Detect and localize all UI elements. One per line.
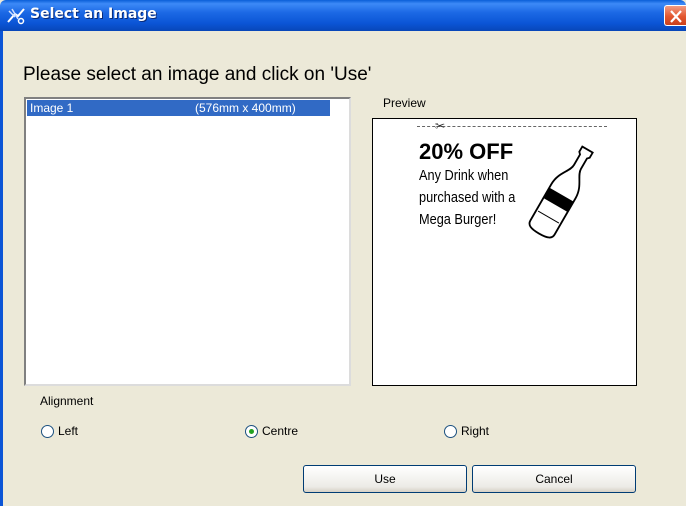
- radio-left-label: Left: [58, 424, 79, 438]
- preview-headline: 20% OFF: [419, 139, 514, 164]
- radio-right-label: Right: [461, 424, 490, 438]
- preview-line-1: Any Drink when: [419, 167, 509, 184]
- image-size: (576mm x 400mm): [195, 101, 296, 115]
- radio-right[interactable]: [444, 425, 457, 438]
- radio-centre-label: Centre: [262, 424, 299, 438]
- title-bar[interactable]: Select an Image: [0, 0, 686, 31]
- preview-label: Preview: [383, 96, 426, 110]
- cancel-button[interactable]: Cancel: [472, 465, 636, 493]
- list-item[interactable]: Image 1 (576mm x 400mm): [27, 100, 330, 116]
- window-title: Select an Image: [30, 6, 157, 22]
- preview-line-2: purchased with a: [419, 189, 516, 206]
- use-button[interactable]: Use: [303, 465, 467, 493]
- radio-centre[interactable]: [245, 425, 258, 438]
- instruction-heading: Please select an image and click on 'Use…: [23, 64, 372, 85]
- scissors-icon: ✂: [435, 119, 446, 133]
- close-button[interactable]: [664, 5, 686, 26]
- image-name: Image 1: [30, 101, 74, 115]
- preview-line-3: Mega Burger!: [419, 211, 497, 228]
- window-border: [0, 31, 3, 506]
- bottle-icon: [523, 137, 603, 252]
- preview-panel: ✂ 20% OFF Any Drink when purchased with …: [372, 118, 637, 386]
- image-listbox[interactable]: Image 1 (576mm x 400mm): [24, 97, 351, 386]
- close-icon: [670, 10, 682, 23]
- select-image-dialog: Select an Image Please select an image a…: [0, 0, 686, 506]
- app-icon: [6, 6, 26, 26]
- alignment-label: Alignment: [40, 394, 94, 408]
- radio-left[interactable]: [41, 425, 54, 438]
- cut-line: [417, 126, 607, 127]
